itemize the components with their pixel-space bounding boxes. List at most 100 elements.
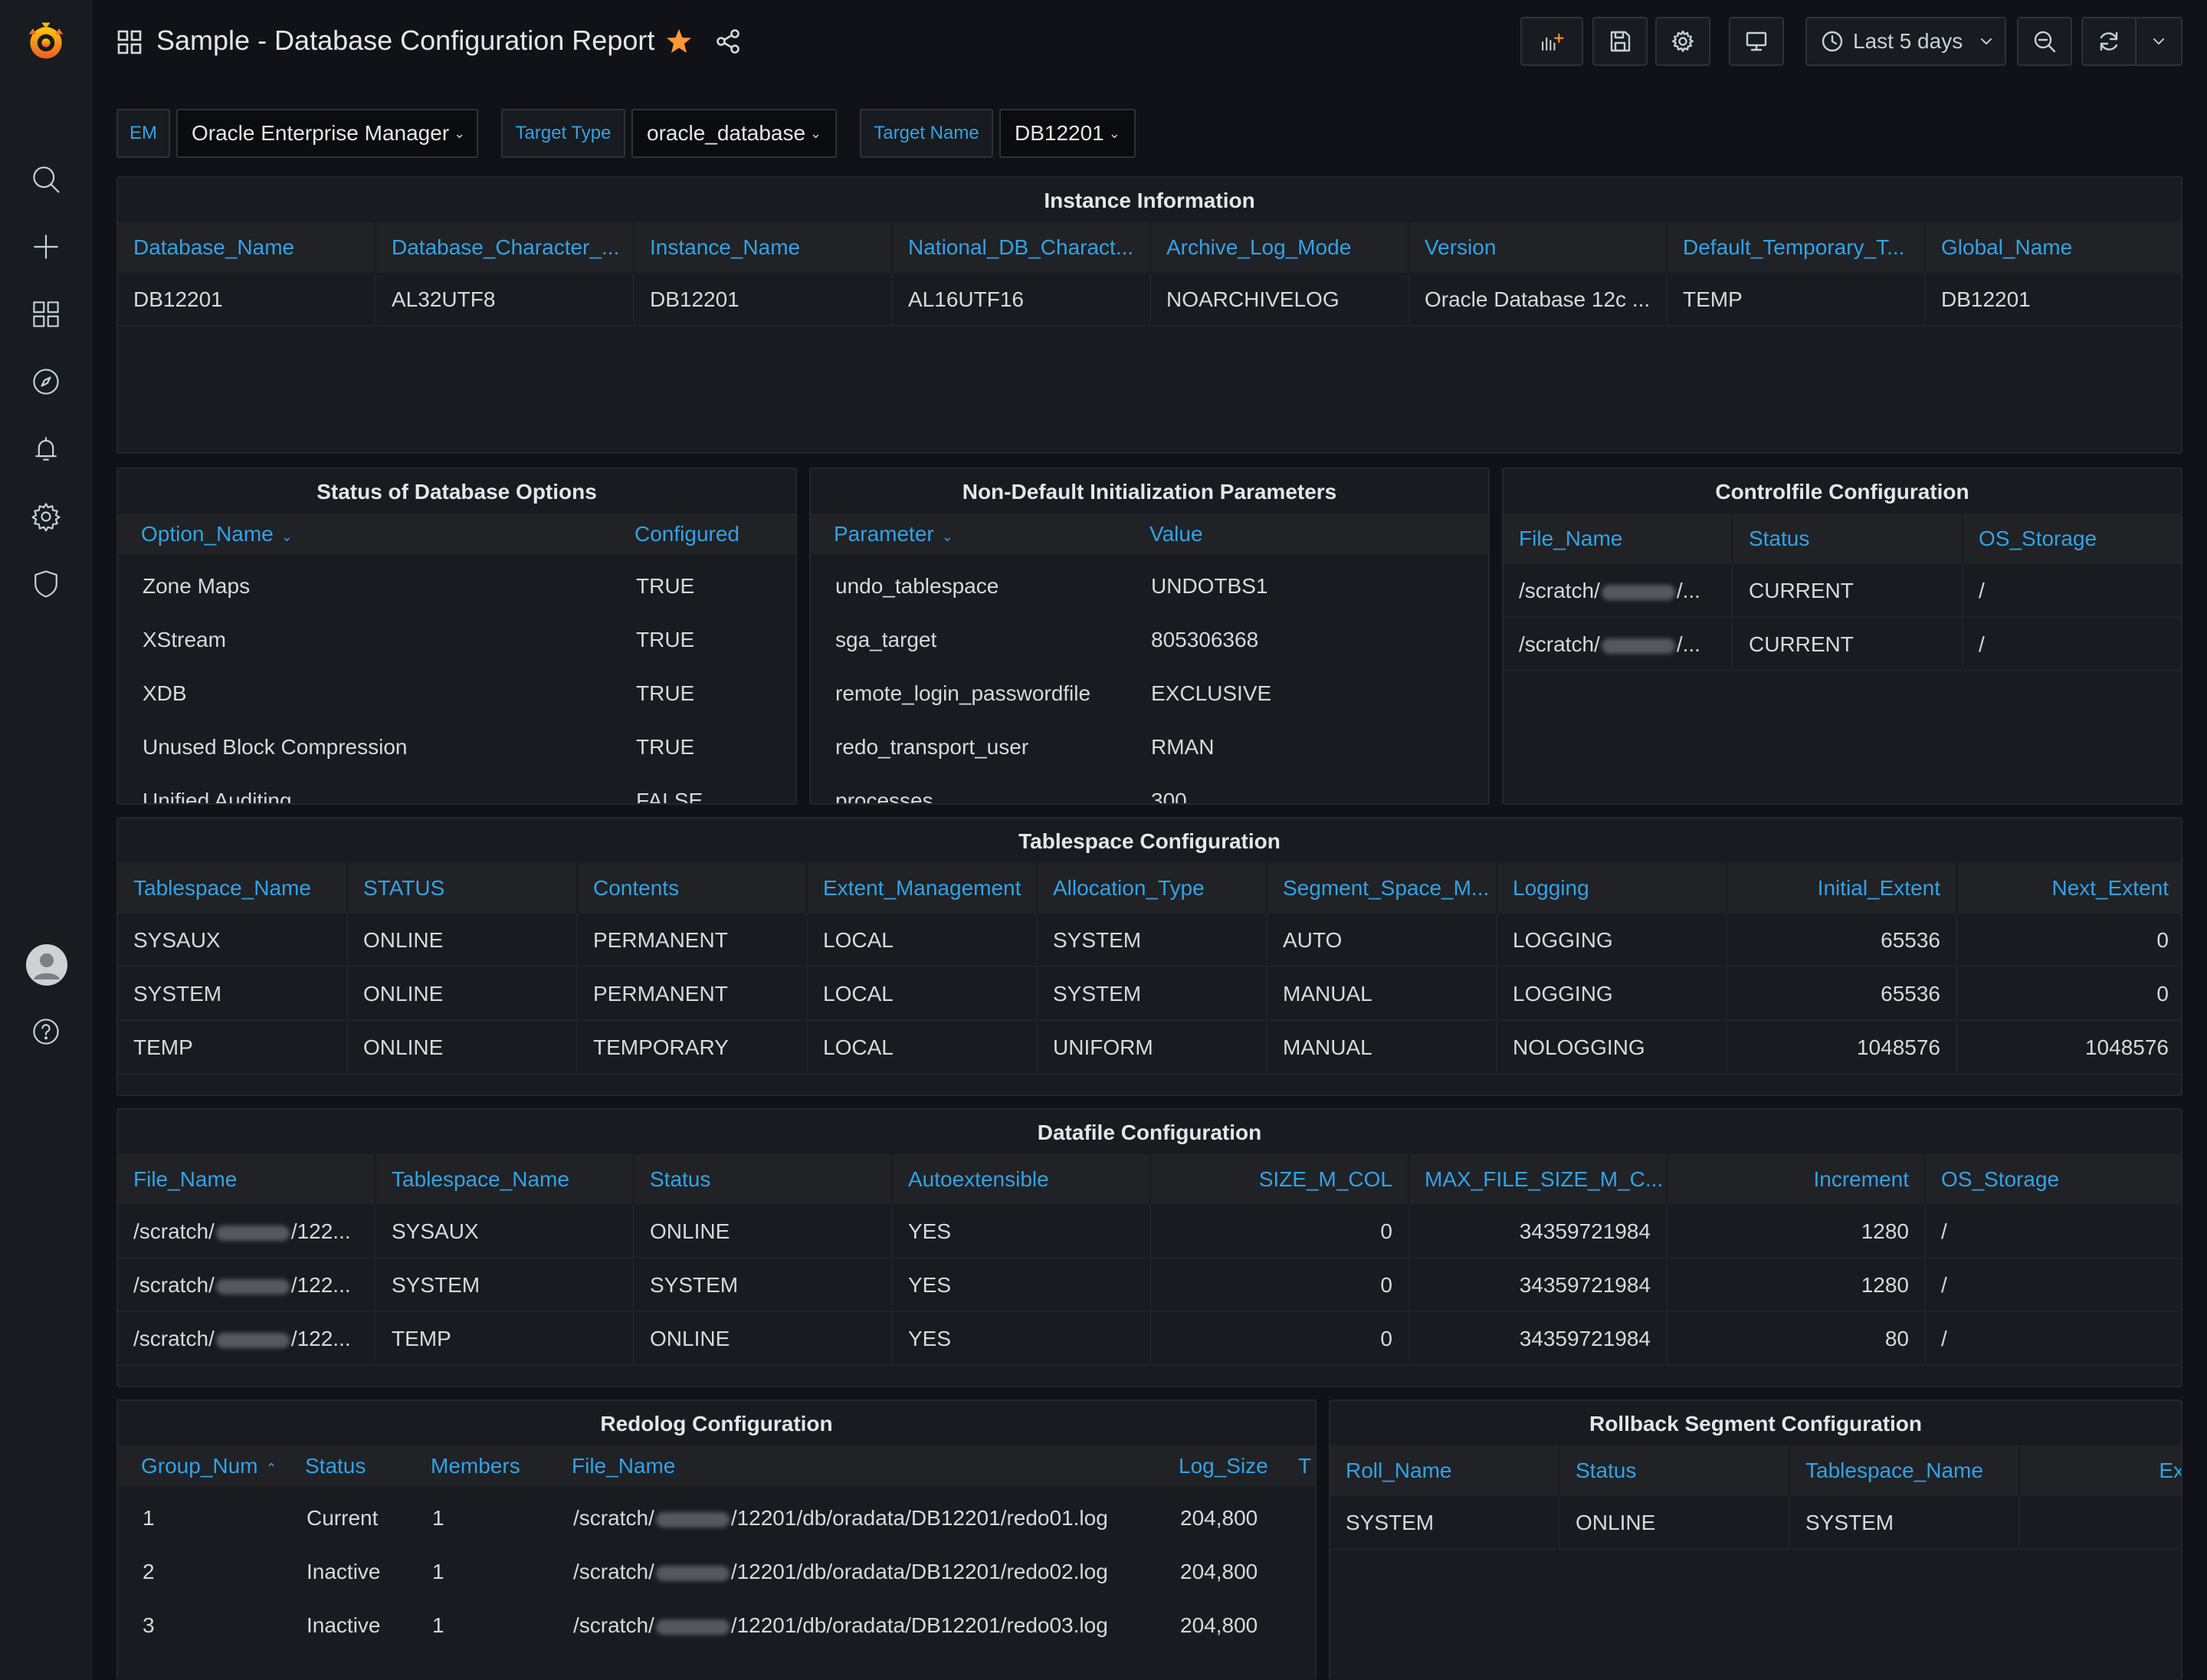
table-row: SYSTEM ONLINE SYSTEM — [1330, 1496, 2181, 1550]
table-cell: DB12201 — [118, 273, 376, 326]
plus-icon[interactable] — [28, 228, 64, 265]
sort-desc-icon: ⌄ — [280, 529, 293, 544]
shield-icon[interactable] — [28, 566, 64, 602]
column-header[interactable]: OS_Storage — [1963, 514, 2181, 564]
column-header[interactable]: OS_Storage — [1926, 1154, 2181, 1205]
path-prefix: /scratch/ — [1519, 632, 1600, 656]
column-header[interactable]: Log_Size — [1163, 1445, 1301, 1487]
explore-compass-icon[interactable] — [28, 363, 64, 400]
top-navbar: Sample - Database Configuration Report L… — [92, 0, 2207, 84]
column-header[interactable]: SIZE_M_COL — [1151, 1154, 1409, 1205]
refresh-interval-dropdown[interactable] — [2135, 17, 2182, 66]
column-header-group-num[interactable]: Group_Num ⌃ — [126, 1445, 290, 1487]
table-cell: XDB — [143, 681, 187, 705]
variable-select-target-name[interactable]: DB12201 ⌄ — [999, 109, 1136, 158]
panel-title[interactable]: Non-Default Initialization Parameters — [811, 480, 1488, 504]
table-cell: LOCAL — [808, 967, 1038, 1021]
add-panel-button[interactable] — [1520, 17, 1583, 66]
table-row: SYSAUX ONLINE PERMANENT LOCAL SYSTEM AUT… — [118, 914, 2181, 967]
column-header[interactable]: File_Name — [118, 1154, 376, 1205]
table-cell: NOLOGGING — [1497, 1021, 1727, 1075]
panel-title[interactable]: Rollback Segment Configuration — [1330, 1412, 2181, 1436]
column-header[interactable]: National_DB_Charact... — [893, 222, 1151, 273]
user-avatar[interactable] — [26, 944, 67, 986]
table-cell: / — [1979, 632, 1985, 656]
table-cell: 204,800 — [1180, 1560, 1258, 1583]
dashboard-settings-button[interactable] — [1655, 17, 1710, 66]
column-header[interactable]: Database_Name — [118, 222, 376, 273]
column-header[interactable]: MAX_FILE_SIZE_M_C... — [1409, 1154, 1668, 1205]
share-icon[interactable] — [714, 28, 742, 55]
path-suffix: /12201/db/oradata/DB12201/redo02.log — [730, 1560, 1108, 1583]
favorite-star-icon[interactable] — [665, 28, 693, 55]
settings-gear-icon[interactable] — [28, 498, 64, 535]
column-header[interactable]: Next_Extent — [1957, 863, 2181, 914]
help-icon[interactable] — [28, 1013, 64, 1050]
column-header[interactable]: File_Name — [556, 1445, 1154, 1487]
column-header[interactable]: Status — [635, 1154, 893, 1205]
column-header[interactable]: STATUS — [348, 863, 578, 914]
panel-title[interactable]: Datafile Configuration — [118, 1121, 2181, 1145]
column-header[interactable]: Value — [1134, 514, 1487, 555]
panel-title[interactable]: Status of Database Options — [118, 480, 795, 504]
column-header[interactable]: Default_Temporary_T... — [1668, 222, 1926, 273]
variable-select-target-type[interactable]: oracle_database ⌄ — [631, 109, 837, 158]
tv-mode-button[interactable] — [1729, 17, 1784, 66]
table-row: XDB TRUE — [118, 667, 795, 720]
column-header[interactable]: Increment — [1668, 1154, 1926, 1205]
column-header[interactable]: Database_Character_... — [376, 222, 635, 273]
variable-select-em[interactable]: Oracle Enterprise Manager ⌄ — [176, 109, 478, 158]
path-prefix: /scratch/ — [133, 1273, 215, 1297]
redacted-text — [655, 1619, 730, 1635]
table-row: Unused Block Compression TRUE — [118, 720, 795, 774]
column-header[interactable]: Instance_Name — [635, 222, 893, 273]
table-header: File_Name Tablespace_Name Status Autoext… — [118, 1154, 2181, 1205]
column-header[interactable]: Tablespace_Name — [1790, 1445, 2020, 1496]
table-cell: 2 — [143, 1560, 155, 1583]
search-icon[interactable] — [28, 161, 64, 198]
column-header[interactable]: Initial_Extent — [1727, 863, 1957, 914]
column-header[interactable]: Tablespace_Name — [118, 863, 348, 914]
table-cell: Zone Maps — [143, 574, 251, 598]
table-cell: 805306368 — [1151, 628, 1259, 651]
panel-title[interactable]: Controlfile Configuration — [1504, 480, 2181, 504]
dashboard-title[interactable]: Sample - Database Configuration Report — [156, 25, 654, 57]
save-dashboard-button[interactable] — [1592, 17, 1648, 66]
panel-controlfile: Controlfile Configuration File_Name Stat… — [1502, 468, 2182, 805]
grafana-logo-icon[interactable] — [21, 17, 71, 66]
column-header[interactable]: Version — [1409, 222, 1668, 273]
refresh-button[interactable] — [2081, 17, 2136, 66]
panel-title[interactable]: Tablespace Configuration — [118, 829, 2181, 854]
column-header[interactable]: Tablespace_Name — [376, 1154, 635, 1205]
column-header[interactable]: Contents — [578, 863, 808, 914]
table-cell: /scratch/ /12201/db/oradata/DB12201/redo0… — [558, 1599, 1163, 1652]
column-header[interactable]: Segment_Space_M... — [1267, 863, 1497, 914]
zoom-out-button[interactable] — [2017, 17, 2072, 66]
table-row: 2 Inactive 1 /scratch/ /12201/db/oradata/… — [118, 1545, 1315, 1599]
column-header[interactable]: Status — [1560, 1445, 1790, 1496]
column-header[interactable]: Allocation_Type — [1038, 863, 1267, 914]
alerting-bell-icon[interactable] — [28, 431, 64, 468]
column-header[interactable]: Archive_Log_Mode — [1151, 222, 1409, 273]
panel-title[interactable]: Instance Information — [118, 189, 2181, 213]
column-header-parameter[interactable]: Parameter ⌄ — [818, 514, 1125, 555]
column-header[interactable]: Members — [415, 1445, 556, 1487]
column-header[interactable]: Roll_Name — [1330, 1445, 1560, 1496]
time-range-picker[interactable]: Last 5 days — [1805, 17, 2006, 66]
column-header[interactable]: Ex — [2020, 1445, 2181, 1496]
dashboards-icon[interactable] — [28, 296, 64, 333]
column-header-option-name[interactable]: Option_Name ⌄ — [126, 514, 616, 555]
column-header[interactable]: T — [1297, 1445, 1315, 1487]
column-header[interactable]: Extent_Management — [808, 863, 1038, 914]
column-header[interactable]: File_Name — [1504, 514, 1733, 564]
variable-value-target-name: DB12201 — [1015, 121, 1104, 145]
column-header[interactable]: Status — [290, 1445, 415, 1487]
column-header[interactable]: Global_Name — [1926, 222, 2181, 273]
column-header[interactable]: Autoextensible — [893, 1154, 1151, 1205]
panel-title[interactable]: Redolog Configuration — [118, 1412, 1315, 1436]
column-header[interactable]: Configured — [619, 514, 795, 555]
column-header[interactable]: Status — [1733, 514, 1963, 564]
table-cell: TEMP — [118, 1021, 348, 1075]
column-header[interactable]: Logging — [1497, 863, 1727, 914]
table-cell: ONLINE — [348, 1021, 578, 1075]
